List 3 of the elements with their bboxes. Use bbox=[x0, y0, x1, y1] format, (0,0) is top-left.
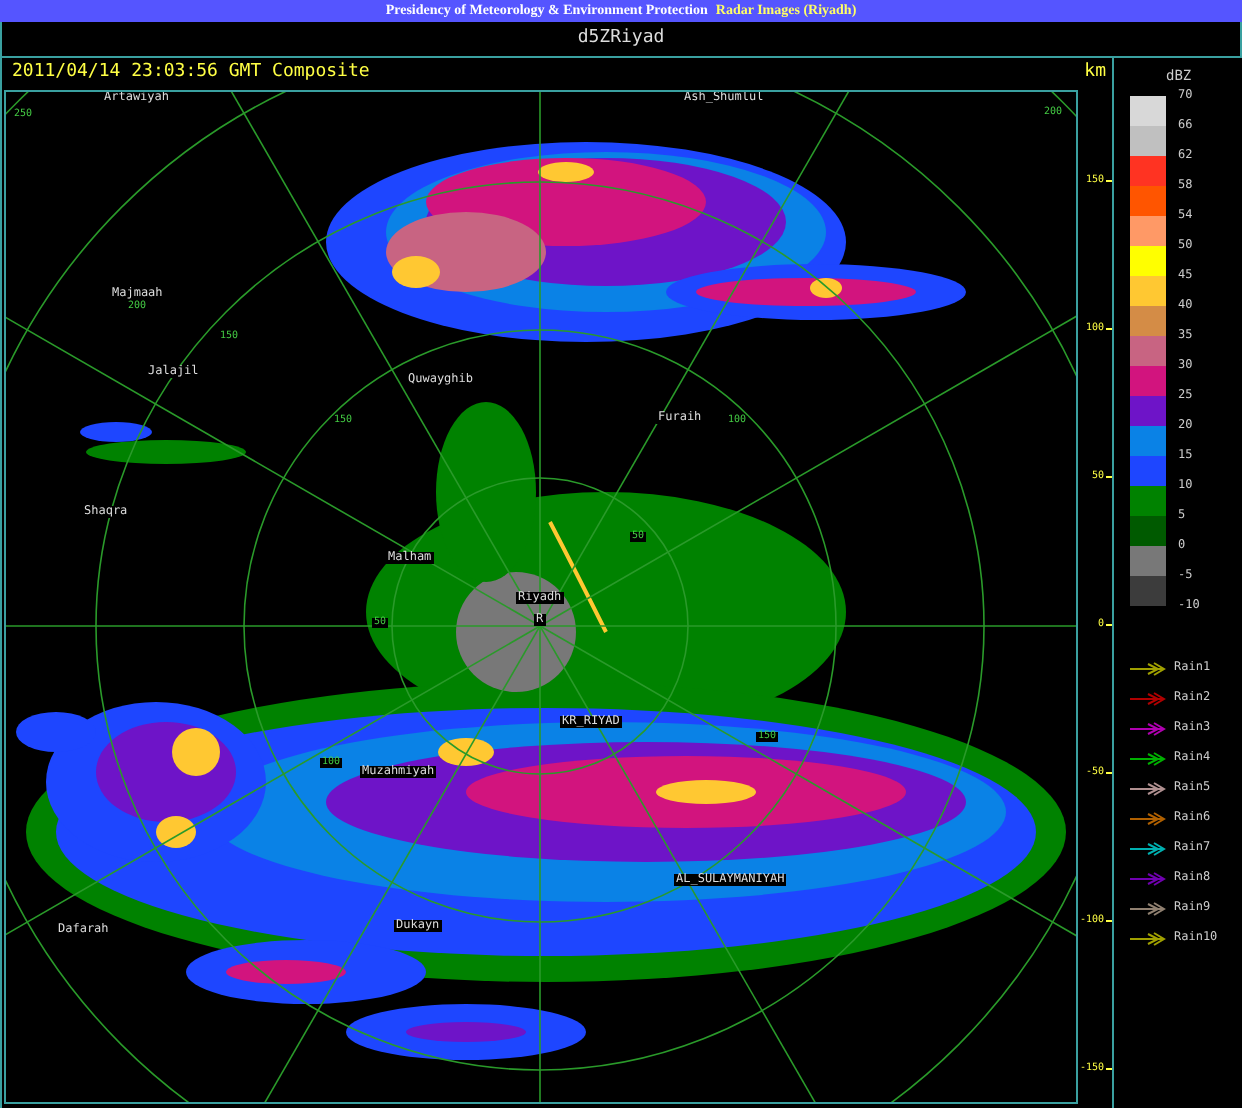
timestamp: 2011/04/14 23:03:56 GMT Composite bbox=[12, 60, 370, 87]
product-name: d5ZRiyad bbox=[577, 25, 665, 52]
axis-unit: km bbox=[1084, 60, 1106, 87]
